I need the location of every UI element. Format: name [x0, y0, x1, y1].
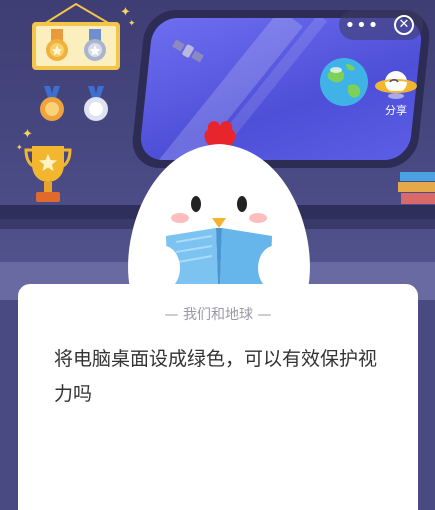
close-icon: ✕: [394, 15, 414, 35]
award-frame: [32, 22, 120, 70]
satellite-icon: [172, 39, 204, 63]
trophy-icon: [24, 146, 72, 202]
gold-medal-icon: [46, 29, 68, 61]
chick-mascot: [128, 121, 310, 294]
silver-medal-icon: [84, 29, 106, 61]
share-planet-icon: [375, 71, 417, 99]
earth-icon: [320, 58, 368, 106]
sparkle-icon: ✦: [128, 19, 136, 29]
card-header: — 我们和地球 —: [164, 307, 272, 323]
share-button[interactable]: 分享: [374, 64, 418, 120]
books-stack: [398, 172, 435, 204]
white-medal-icon: [84, 86, 108, 121]
question-text: 将电脑桌面设成绿色，可以有效保护视力吗: [54, 348, 378, 405]
orange-medal-icon: [40, 86, 64, 121]
question-card: — 我们和地球 — 将电脑桌面设成绿色，可以有效保护视力吗: [18, 284, 418, 510]
sparkle-icon: ✦: [120, 5, 131, 20]
sparkle-icon: ✦: [16, 143, 23, 152]
more-button[interactable]: •••: [339, 10, 385, 40]
top-menu-pill: ••• ✕: [339, 10, 423, 40]
share-label: 分享: [385, 104, 407, 117]
close-button[interactable]: ✕: [385, 10, 423, 40]
sparkle-icon: ✦: [22, 127, 33, 142]
more-dots-icon: •••: [344, 14, 380, 36]
background-scene: ✦ ✦ ✦ ✦ ••• ✕ 分享: [0, 0, 435, 300]
